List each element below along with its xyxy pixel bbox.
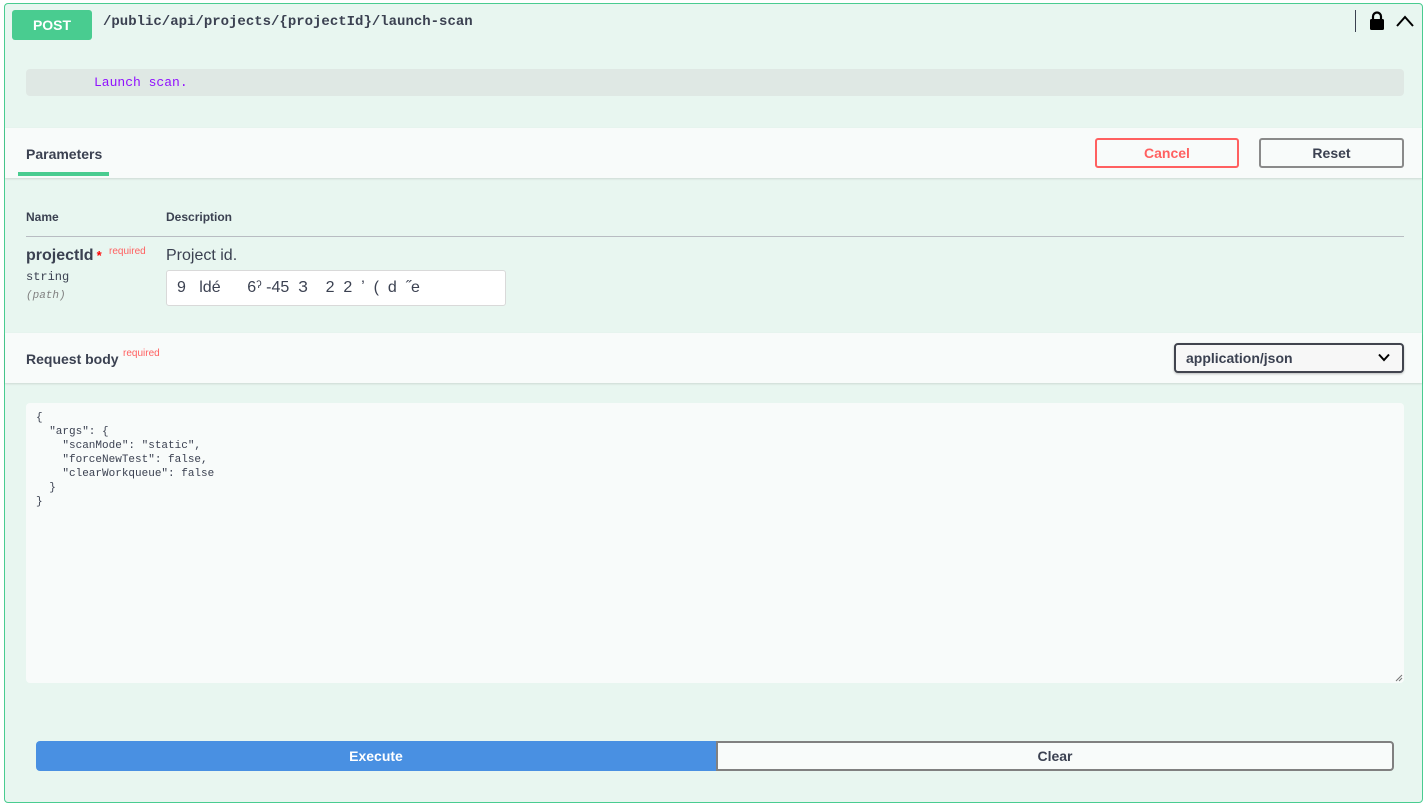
http-method-badge[interactable]: POST bbox=[12, 10, 92, 40]
operation-summary: Launch scan. bbox=[26, 69, 1404, 96]
parameter-name-text: projectId bbox=[26, 247, 94, 264]
operation-block: POST /public/api/projects/{projectId}/la… bbox=[4, 3, 1423, 803]
resize-handle-icon[interactable] bbox=[1395, 674, 1403, 682]
tab-parameters[interactable]: Parameters bbox=[26, 146, 102, 162]
chevron-up-icon[interactable] bbox=[1395, 14, 1415, 28]
tab-underline bbox=[18, 172, 109, 176]
parameter-location: (path) bbox=[26, 290, 66, 302]
request-body-required-label: required bbox=[123, 348, 160, 359]
clear-button[interactable]: Clear bbox=[716, 741, 1394, 771]
column-header-name: Name bbox=[26, 210, 59, 224]
header-divider bbox=[26, 236, 1404, 237]
parameter-name: projectId * bbox=[26, 247, 102, 265]
parameter-description: Project id. bbox=[166, 247, 238, 264]
chevron-down-icon bbox=[1378, 353, 1390, 362]
column-header-description: Description bbox=[166, 210, 233, 224]
execute-button[interactable]: Execute bbox=[36, 741, 716, 771]
cancel-button[interactable]: Cancel bbox=[1095, 138, 1239, 168]
content-type-select[interactable]: application/json bbox=[1174, 343, 1404, 373]
content-type-value: application/json bbox=[1186, 350, 1293, 366]
lock-icon[interactable] bbox=[1369, 11, 1385, 31]
parameter-type: string bbox=[26, 270, 70, 284]
required-star: * bbox=[96, 248, 102, 263]
reset-button[interactable]: Reset bbox=[1259, 138, 1404, 168]
parameters-header: Parameters Cancel Reset bbox=[5, 128, 1422, 178]
divider bbox=[1355, 10, 1356, 32]
request-body-title: Request body bbox=[26, 351, 119, 367]
endpoint-path[interactable]: /public/api/projects/{projectId}/launch-… bbox=[103, 14, 473, 30]
project-id-input[interactable] bbox=[166, 270, 506, 306]
request-body-header: Request body required application/json bbox=[5, 333, 1422, 383]
parameter-required-label: required bbox=[109, 246, 146, 257]
request-body-editor[interactable]: { "args": { "scanMode": "static", "force… bbox=[26, 403, 1404, 683]
